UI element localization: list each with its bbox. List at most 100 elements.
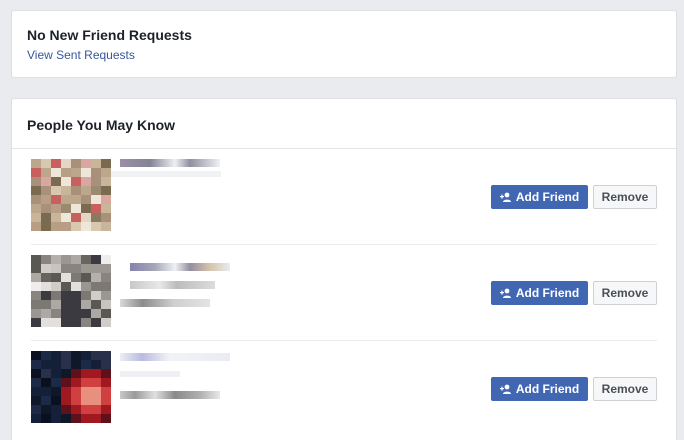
profile-picture[interactable] — [31, 159, 111, 231]
remove-button[interactable]: Remove — [593, 281, 657, 305]
friend-requests-card: No New Friend Requests View Sent Request… — [11, 10, 677, 78]
avatar-pixel — [81, 159, 91, 168]
avatar-pixel — [71, 414, 81, 423]
avatar-pixel — [101, 222, 111, 231]
avatar-pixel — [81, 186, 91, 195]
avatar-pixel — [51, 378, 61, 387]
avatar-pixel — [81, 360, 91, 369]
avatar-pixel — [31, 369, 41, 378]
avatar-pixel — [61, 168, 71, 177]
avatar-pixel — [81, 213, 91, 222]
avatar-pixel — [61, 177, 71, 186]
avatar-pixel — [101, 291, 111, 300]
name-placeholder[interactable] — [120, 159, 220, 167]
avatar-pixel — [101, 360, 111, 369]
avatar-pixel — [41, 195, 51, 204]
mutual-info-placeholder — [120, 371, 180, 377]
avatar-pixel — [71, 360, 81, 369]
profile-picture[interactable] — [31, 351, 111, 423]
add-friend-button[interactable]: Add Friend — [491, 281, 588, 305]
avatar-pixel — [61, 186, 71, 195]
avatar-pixel — [31, 318, 41, 327]
avatar-pixel — [101, 351, 111, 360]
avatar-pixel — [31, 309, 41, 318]
avatar-pixel — [91, 369, 101, 378]
avatar-pixel — [61, 195, 71, 204]
avatar-pixel — [41, 360, 51, 369]
avatar-pixel — [71, 378, 81, 387]
avatar-pixel — [71, 318, 81, 327]
remove-button[interactable]: Remove — [593, 185, 657, 209]
avatar-pixel — [101, 369, 111, 378]
avatar-pixel — [81, 369, 91, 378]
avatar-pixel — [71, 204, 81, 213]
avatar-pixel — [61, 396, 71, 405]
avatar-pixel — [71, 168, 81, 177]
avatar-pixel — [51, 168, 61, 177]
avatar-pixel — [101, 168, 111, 177]
avatar-pixel — [91, 264, 101, 273]
avatar-pixel — [41, 396, 51, 405]
avatar-pixel — [31, 159, 41, 168]
avatar-pixel — [101, 195, 111, 204]
avatar-pixel — [81, 168, 91, 177]
avatar-pixel — [61, 273, 71, 282]
avatar-pixel — [51, 369, 61, 378]
avatar-pixel — [41, 405, 51, 414]
avatar-pixel — [71, 264, 81, 273]
avatar-pixel — [71, 369, 81, 378]
avatar-pixel — [71, 159, 81, 168]
avatar-pixel — [41, 222, 51, 231]
name-placeholder[interactable] — [130, 263, 230, 271]
avatar-pixel — [101, 318, 111, 327]
name-placeholder[interactable] — [120, 353, 230, 361]
view-sent-requests-link[interactable]: View Sent Requests — [27, 48, 135, 62]
avatar-pixel — [71, 405, 81, 414]
work-info-placeholder — [120, 299, 210, 307]
avatar-pixel — [31, 300, 41, 309]
people-you-may-know-card: People You May Know Add Friend Remove Ad… — [11, 98, 677, 440]
avatar-pixel — [31, 282, 41, 291]
avatar-pixel — [31, 186, 41, 195]
avatar-pixel — [51, 204, 61, 213]
add-friend-button[interactable]: Add Friend — [491, 185, 588, 209]
avatar-pixel — [41, 213, 51, 222]
avatar-pixel — [31, 405, 41, 414]
add-friend-button[interactable]: Add Friend — [491, 377, 588, 401]
avatar-pixel — [61, 264, 71, 273]
avatar-pixel — [71, 273, 81, 282]
person-plus-icon — [499, 384, 511, 394]
avatar-pixel — [101, 204, 111, 213]
avatar-pixel — [31, 351, 41, 360]
avatar-pixel — [71, 396, 81, 405]
avatar-pixel — [91, 177, 101, 186]
avatar-pixel — [31, 414, 41, 423]
avatar-pixel — [101, 255, 111, 264]
avatar-pixel — [61, 318, 71, 327]
avatar-pixel — [101, 282, 111, 291]
avatar-pixel — [91, 213, 101, 222]
avatar-pixel — [91, 168, 101, 177]
avatar-pixel — [91, 204, 101, 213]
avatar-pixel — [71, 300, 81, 309]
avatar-pixel — [71, 282, 81, 291]
avatar-pixel — [91, 378, 101, 387]
avatar-pixel — [81, 222, 91, 231]
profile-picture[interactable] — [31, 255, 111, 327]
avatar-pixel — [41, 168, 51, 177]
avatar-pixel — [51, 273, 61, 282]
avatar-pixel — [81, 264, 91, 273]
avatar-pixel — [91, 360, 101, 369]
avatar-pixel — [41, 264, 51, 273]
avatar-pixel — [81, 282, 91, 291]
avatar-pixel — [51, 396, 61, 405]
avatar-pixel — [101, 186, 111, 195]
avatar-pixel — [71, 186, 81, 195]
avatar-pixel — [51, 255, 61, 264]
avatar-pixel — [101, 396, 111, 405]
people-you-may-know-title: People You May Know — [27, 117, 176, 133]
remove-button[interactable]: Remove — [593, 377, 657, 401]
avatar-pixel — [51, 351, 61, 360]
person-row: Add Friend Remove — [31, 149, 657, 245]
avatar-pixel — [101, 213, 111, 222]
